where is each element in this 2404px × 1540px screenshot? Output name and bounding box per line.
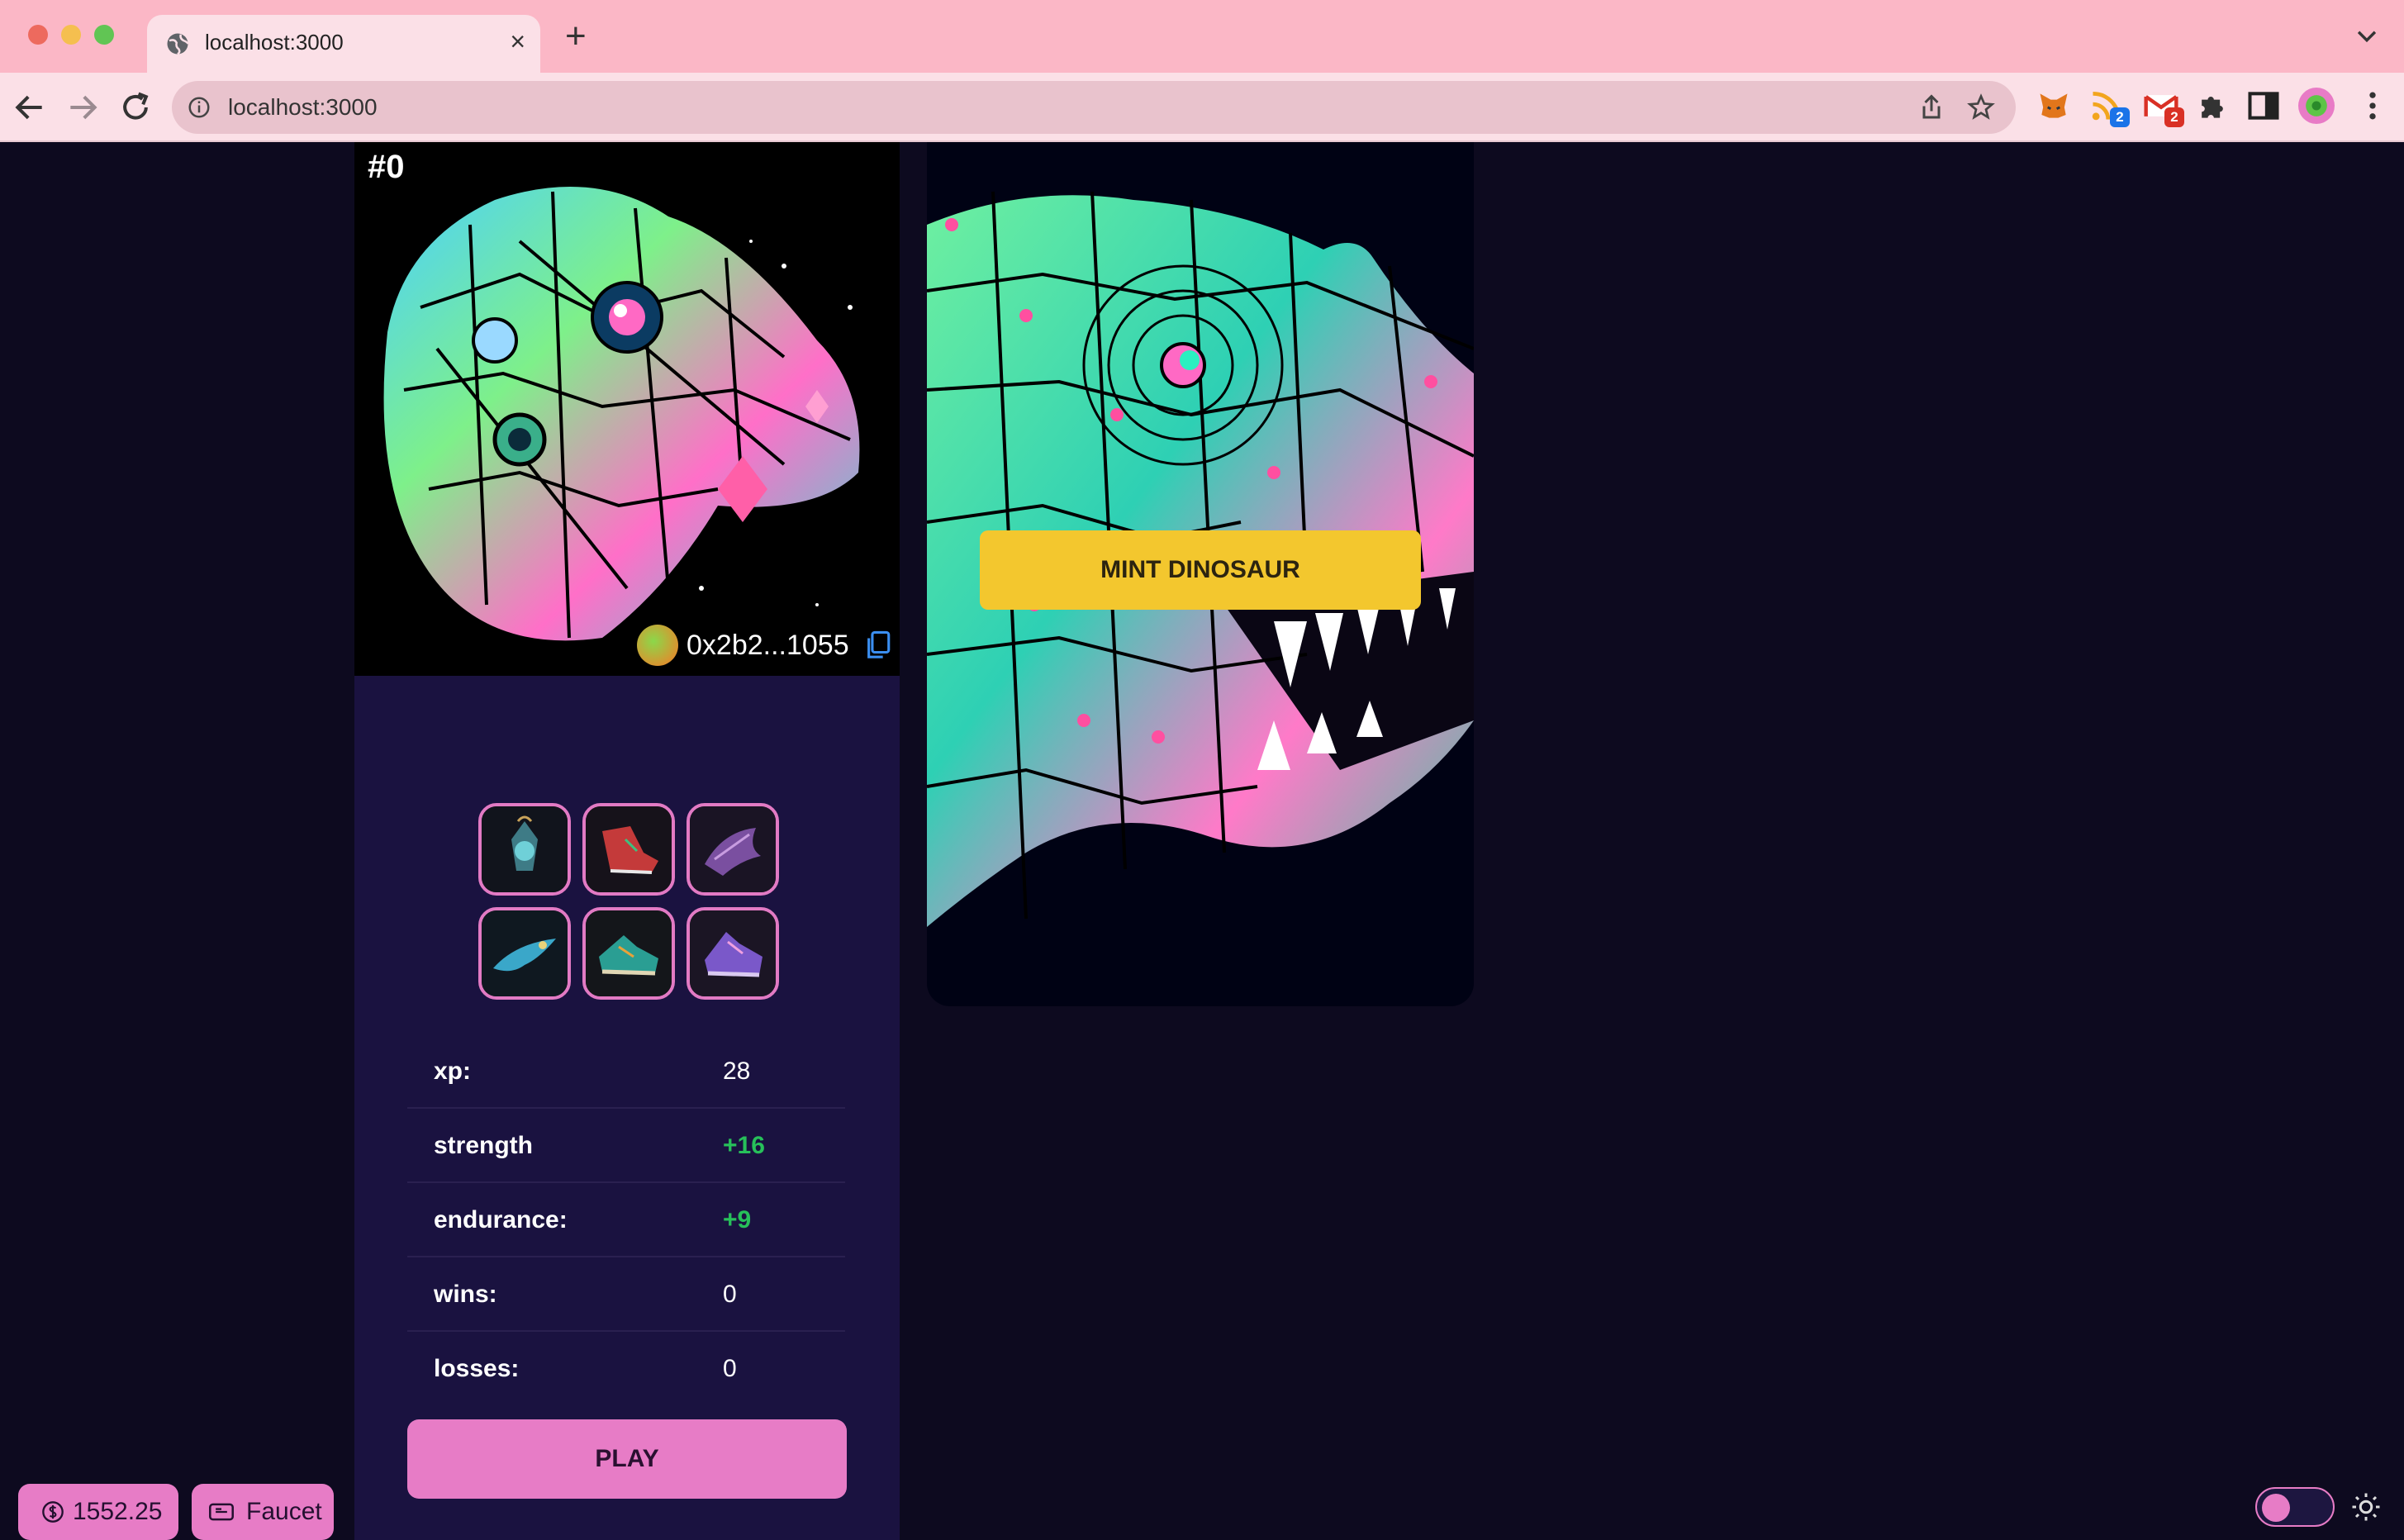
stat-label: strength xyxy=(434,1132,533,1159)
metamask-icon[interactable] xyxy=(2036,88,2072,124)
stat-value: +9 xyxy=(723,1206,752,1233)
stat-label: wins: xyxy=(434,1281,497,1308)
item-dragon-blue[interactable] xyxy=(478,907,571,1000)
chevron-down-icon[interactable] xyxy=(2353,21,2381,50)
gmail-badge: 2 xyxy=(2164,107,2184,127)
sidepanel-icon[interactable] xyxy=(2245,88,2282,124)
url-text: localhost:3000 xyxy=(228,94,378,120)
stat-row-xp: xp: 28 xyxy=(407,1034,845,1109)
puzzle-icon[interactable] xyxy=(2194,88,2231,124)
window-close-button[interactable] xyxy=(28,25,48,45)
faucet-icon xyxy=(209,1503,234,1521)
owner-info: 0x2b2...1055 xyxy=(637,625,892,666)
item-boots-red[interactable] xyxy=(582,803,675,896)
owner-address: 0x2b2...1055 xyxy=(687,629,849,661)
forward-arrow-icon[interactable] xyxy=(64,89,101,126)
stat-label: endurance: xyxy=(434,1206,568,1233)
item-sneakers-purple[interactable] xyxy=(687,907,779,1000)
app-page: #0 0x2b2...1055 xp: 28 strength +16 endu… xyxy=(0,142,2404,1540)
mint-dinosaur-button[interactable]: MINT DINOSAUR xyxy=(980,530,1421,610)
owner-avatar xyxy=(637,625,678,666)
faucet-label: Faucet xyxy=(246,1498,322,1525)
tab-close-icon[interactable]: × xyxy=(510,26,525,57)
item-amulet[interactable] xyxy=(478,803,571,896)
site-info-icon[interactable] xyxy=(187,95,211,120)
window-zoom-button[interactable] xyxy=(94,25,114,45)
sneakers-icon xyxy=(690,910,776,996)
balance-value: 1552.25 xyxy=(73,1498,163,1525)
stat-row-strength: strength +16 xyxy=(407,1109,845,1183)
window-minimize-button[interactable] xyxy=(61,25,81,45)
toggle-knob xyxy=(2262,1494,2290,1522)
dinosaur-image xyxy=(383,187,860,641)
rss-extension[interactable]: 2 xyxy=(2088,88,2130,127)
item-claw-purple[interactable] xyxy=(687,803,779,896)
dino-panel: #0 0x2b2...1055 xp: 28 strength +16 endu… xyxy=(354,142,900,1540)
stat-value: +16 xyxy=(723,1132,765,1159)
reload-icon[interactable] xyxy=(117,89,154,126)
play-button[interactable]: PLAY xyxy=(407,1419,847,1499)
sneakers-icon xyxy=(586,910,672,996)
kebab-menu-icon[interactable] xyxy=(2354,88,2391,124)
browser-tab-strip: localhost:3000 × + xyxy=(0,0,2404,73)
gmail-extension[interactable]: 2 xyxy=(2143,88,2184,127)
copy-icon[interactable] xyxy=(864,630,892,661)
rss-badge: 2 xyxy=(2110,107,2130,127)
stat-label: losses: xyxy=(434,1355,520,1382)
dollar-coin-icon xyxy=(42,1501,64,1523)
stats-table: xp: 28 strength +16 endurance: +9 wins: … xyxy=(407,1034,845,1406)
new-tab-button[interactable]: + xyxy=(565,18,587,55)
bookmark-star-icon[interactable] xyxy=(1966,93,1996,122)
stat-row-losses: losses: 0 xyxy=(407,1332,845,1406)
browser-toolbar: localhost:3000 2 2 xyxy=(0,73,2404,142)
stat-value: 0 xyxy=(723,1281,737,1308)
share-icon[interactable] xyxy=(1917,93,1946,122)
token-id: #0 xyxy=(368,149,405,185)
stat-label: xp: xyxy=(434,1058,471,1085)
profile-avatar[interactable] xyxy=(2298,88,2335,124)
equipment-grid xyxy=(478,803,779,1000)
boots-icon xyxy=(586,806,672,892)
browser-tab[interactable]: localhost:3000 × xyxy=(147,15,540,73)
dino-card: #0 0x2b2...1055 xyxy=(354,142,900,676)
stat-value: 28 xyxy=(723,1058,751,1085)
tab-title: localhost:3000 xyxy=(205,30,344,55)
faucet-button[interactable]: Faucet xyxy=(192,1484,334,1540)
amulet-icon xyxy=(482,806,568,892)
theme-toggle[interactable] xyxy=(2255,1487,2335,1527)
item-sneakers-teal[interactable] xyxy=(582,907,675,1000)
dragon-icon xyxy=(482,910,568,996)
stat-value: 0 xyxy=(723,1355,737,1382)
mint-card: MINT DINOSAUR xyxy=(927,142,1474,1006)
globe-icon xyxy=(167,33,189,55)
stat-row-wins: wins: 0 xyxy=(407,1257,845,1332)
back-arrow-icon[interactable] xyxy=(12,89,48,126)
claw-icon xyxy=(690,806,776,892)
address-bar[interactable]: localhost:3000 xyxy=(172,81,2016,134)
balance-button[interactable]: 1552.25 xyxy=(18,1484,178,1540)
profile-icon xyxy=(2306,95,2327,116)
sun-icon[interactable] xyxy=(2351,1492,2381,1522)
stat-row-endurance: endurance: +9 xyxy=(407,1183,845,1257)
